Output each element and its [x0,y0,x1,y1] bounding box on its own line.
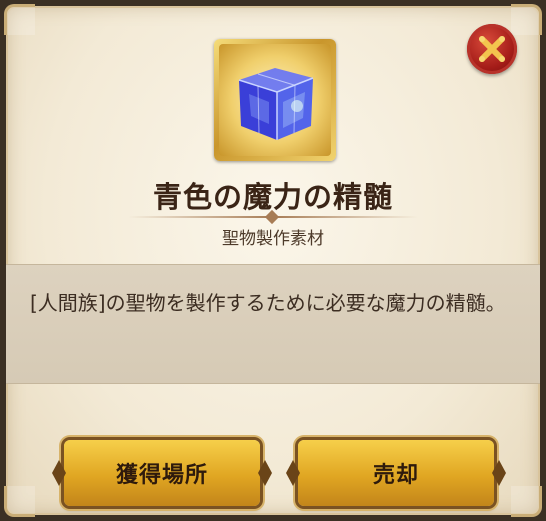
close-x-icon [479,36,505,62]
sell-button[interactable]: 売却 [286,440,506,506]
blue-crystal-cube-icon [238,68,314,140]
button-ornament [286,460,300,486]
item-name: 青色の魔力の精髄 [152,180,393,214]
item-detail-dialog: 青色の魔力の精髄 聖物製作素材 [人間族]の聖物を製作するために必要な魔力の精髄… [4,4,542,517]
sell-label: 売却 [372,463,419,488]
button-ornament [52,460,66,486]
description-panel: [人間族]の聖物を製作するために必要な魔力の精髄。 [6,264,540,384]
button-ornament [258,460,272,486]
item-icon-frame [214,39,336,161]
close-button[interactable] [467,24,517,74]
frame-corner [4,486,35,517]
acquisition-location-label: 獲得場所 [115,463,208,488]
frame-corner [511,486,542,517]
acquisition-location-button[interactable]: 獲得場所 [52,440,272,506]
frame-corner [4,4,35,35]
button-ornament [492,460,506,486]
item-description: [人間族]の聖物を製作するために必要な魔力の精髄。 [30,291,506,315]
item-category: 聖物製作素材 [222,229,324,249]
